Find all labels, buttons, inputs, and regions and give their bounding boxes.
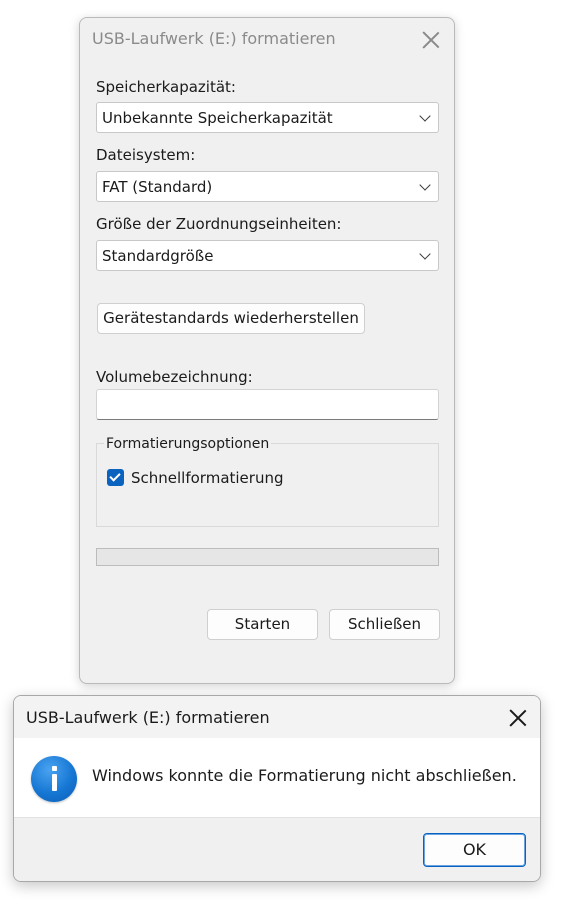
capacity-dropdown[interactable]: Unbekannte Speicherkapazität (96, 102, 439, 133)
start-button[interactable]: Starten (207, 609, 318, 640)
message-text: Windows konnte die Formatierung nicht ab… (92, 766, 517, 785)
close-button[interactable]: Schließen (329, 609, 440, 640)
quick-format-checkbox[interactable] (107, 469, 124, 486)
ok-button[interactable]: OK (423, 833, 526, 867)
format-progress-bar (96, 548, 439, 566)
allocation-value: Standardgröße (102, 247, 214, 265)
message-titlebar: USB-Laufwerk (E:) formatieren (14, 696, 540, 738)
info-icon (31, 756, 77, 802)
volume-label: Volumebezeichnung: (96, 368, 253, 386)
format-options-legend: Formatierungsoptionen (104, 436, 272, 452)
chevron-down-icon (419, 179, 431, 191)
message-close-icon[interactable] (509, 709, 527, 727)
format-dialog-title: USB-Laufwerk (E:) formatieren (92, 29, 336, 48)
format-dialog-close-icon[interactable] (422, 31, 440, 49)
restore-defaults-button[interactable]: Gerätestandards wiederherstellen (97, 303, 365, 334)
filesystem-value: FAT (Standard) (102, 178, 213, 196)
chevron-down-icon (419, 110, 431, 122)
filesystem-dropdown[interactable]: FAT (Standard) (96, 171, 439, 202)
message-title: USB-Laufwerk (E:) formatieren (26, 708, 270, 727)
capacity-label: Speicherkapazität: (96, 78, 236, 96)
message-dialog: USB-Laufwerk (E:) formatieren Windows ko… (13, 695, 541, 882)
filesystem-label: Dateisystem: (96, 146, 196, 164)
chevron-down-icon (419, 248, 431, 260)
format-dialog: USB-Laufwerk (E:) formatieren Speicherka… (79, 17, 455, 684)
allocation-dropdown[interactable]: Standardgröße (96, 240, 439, 271)
quick-format-label[interactable]: Schnellformatierung (131, 469, 284, 487)
capacity-value: Unbekannte Speicherkapazität (102, 109, 333, 127)
allocation-label: Größe der Zuordnungseinheiten: (96, 215, 342, 233)
volume-label-input[interactable] (96, 389, 439, 420)
